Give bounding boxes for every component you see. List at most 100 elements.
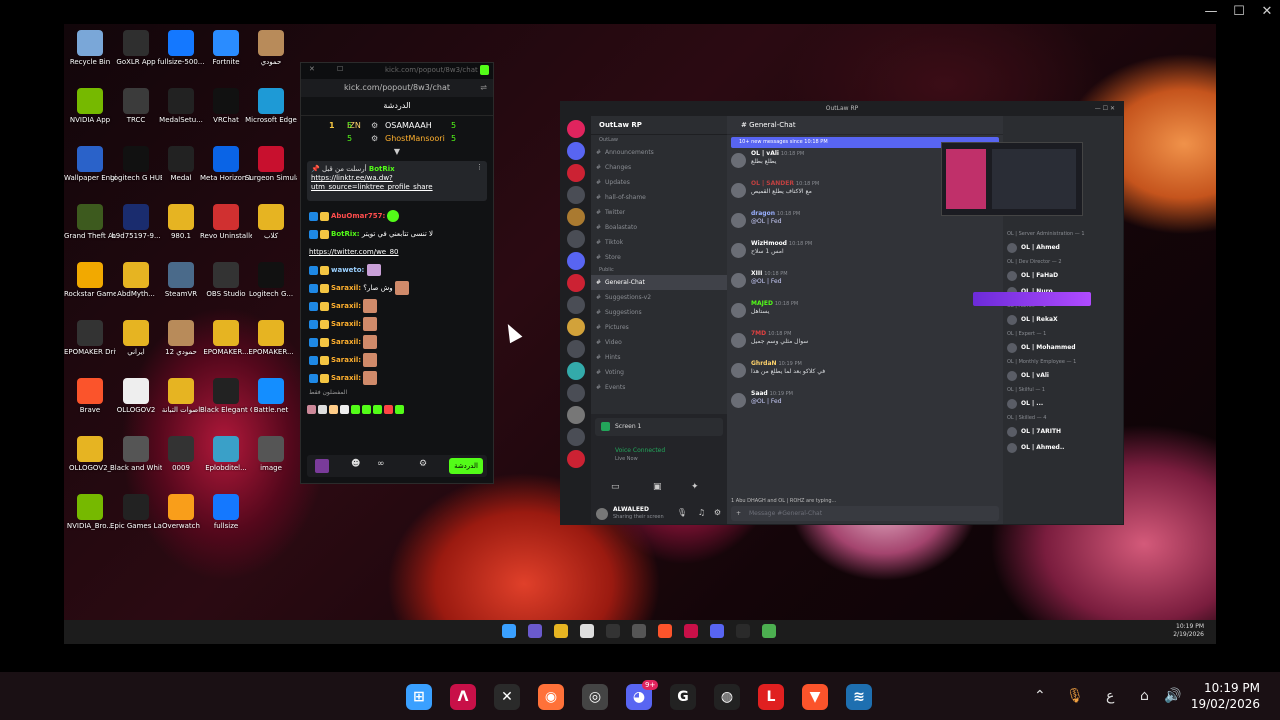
screen-share-icon[interactable]: ▣ bbox=[653, 482, 662, 492]
server-icon[interactable] bbox=[567, 428, 585, 446]
chat-username[interactable]: AbuOmar757: bbox=[331, 212, 385, 220]
desktop-icon[interactable]: fullsize bbox=[200, 494, 252, 531]
language-indicator[interactable]: ع bbox=[1106, 686, 1114, 706]
add-attachment-icon[interactable]: + bbox=[736, 506, 741, 521]
channel-item[interactable]: # Voting bbox=[591, 365, 727, 380]
system-clock[interactable]: 10:19 PM 19/02/2026 bbox=[1191, 680, 1260, 712]
emoji-icon[interactable]: ☻ bbox=[351, 459, 360, 469]
message-author[interactable]: OL | vAli bbox=[751, 150, 779, 157]
app-red-icon[interactable]: L bbox=[758, 684, 784, 710]
chat-username[interactable]: Saraxil: bbox=[331, 320, 361, 328]
avatar[interactable] bbox=[731, 183, 746, 198]
channel-item[interactable]: # Suggestions bbox=[591, 305, 727, 320]
app-icon[interactable] bbox=[632, 624, 646, 638]
channel-item[interactable]: # Boalastato bbox=[591, 220, 727, 235]
chat-message[interactable]: MAJED 10:18 PM يستاهل bbox=[727, 300, 1003, 330]
app-icon[interactable] bbox=[606, 624, 620, 638]
app-icon[interactable] bbox=[580, 624, 594, 638]
desktop-icon[interactable]: NVIDIA_Bro... bbox=[64, 494, 116, 531]
chat-message[interactable]: Saraxil: bbox=[301, 333, 493, 351]
gear-icon[interactable]: ⚙ bbox=[714, 508, 721, 517]
brave-icon[interactable] bbox=[658, 624, 672, 638]
chat-username[interactable]: Saraxil: bbox=[331, 284, 361, 292]
server-icon[interactable] bbox=[567, 208, 585, 226]
desktop-icon[interactable]: Microsoft Edge bbox=[245, 88, 297, 125]
close-button[interactable]: ✕ bbox=[1252, 2, 1280, 22]
server-icon[interactable] bbox=[567, 406, 585, 424]
server-icon[interactable] bbox=[567, 252, 585, 270]
chat-username[interactable]: Saraxil: bbox=[331, 302, 361, 310]
channel-item[interactable]: # Updates bbox=[591, 175, 727, 190]
app-icon[interactable] bbox=[684, 624, 698, 638]
desktop-icon[interactable]: Brave bbox=[64, 378, 116, 415]
network-icon[interactable]: ⌂ bbox=[1140, 686, 1149, 706]
windows-start-icon[interactable]: ⊞ bbox=[406, 684, 432, 710]
chat-message[interactable]: 7MD 10:18 PM سوال مثلي وسم جميل bbox=[727, 330, 1003, 360]
chrome-icon[interactable] bbox=[762, 624, 776, 638]
channel-item[interactable]: # Changes bbox=[591, 160, 727, 175]
desktop-icon[interactable]: EPOMAKER... bbox=[245, 320, 297, 357]
desktop-icon[interactable]: Grand Theft Auto V bbox=[64, 204, 116, 241]
message-author[interactable]: 7MD bbox=[751, 330, 766, 337]
channel-item[interactable]: # Store bbox=[591, 250, 727, 265]
activity-icon[interactable]: ✦ bbox=[691, 482, 699, 492]
xbox-icon[interactable] bbox=[736, 624, 750, 638]
member-item[interactable]: OL | 7ARITH bbox=[1003, 424, 1123, 440]
stream-preview-thumbnail[interactable] bbox=[941, 142, 1083, 216]
server-icon[interactable] bbox=[567, 450, 585, 468]
message-author[interactable]: MAJED bbox=[751, 300, 773, 307]
app-icon[interactable] bbox=[528, 624, 542, 638]
server-icon[interactable] bbox=[567, 164, 585, 182]
member-item[interactable]: OL | RekaX bbox=[1003, 312, 1123, 328]
avatar[interactable] bbox=[731, 273, 746, 288]
screen-share-preview[interactable]: Screen 1 bbox=[595, 418, 723, 436]
emote-strip[interactable] bbox=[301, 399, 493, 414]
channel-item[interactable]: # Suggestions-v2 bbox=[591, 290, 727, 305]
mic-icon[interactable]: 🎙 bbox=[1066, 686, 1084, 706]
server-icon[interactable] bbox=[567, 142, 585, 160]
desktop-icon[interactable]: Wallpaper Engine bbox=[64, 146, 116, 183]
member-item[interactable]: OL | Ahmed bbox=[1003, 240, 1123, 256]
app-a-icon[interactable]: Λ bbox=[450, 684, 476, 710]
window-controls[interactable]: — ☐ ✕ bbox=[1095, 102, 1115, 116]
logitech-icon[interactable]: G bbox=[670, 684, 696, 710]
avatar[interactable] bbox=[731, 333, 746, 348]
server-icon[interactable] bbox=[567, 318, 585, 336]
volume-icon[interactable]: 🔊 bbox=[1164, 686, 1181, 706]
pinned-link-line2[interactable]: utm_source=linktree_profile_share bbox=[311, 183, 483, 192]
chat-message[interactable]: Saraxil: bbox=[301, 369, 493, 387]
member-item[interactable]: OL | ... bbox=[1003, 396, 1123, 412]
chat-message[interactable]: BotRix: لا تنسى تتابعني في تويتر bbox=[301, 225, 493, 243]
server-icon[interactable] bbox=[567, 186, 585, 204]
category-top[interactable]: OutLaw bbox=[591, 135, 727, 145]
category-public[interactable]: Public bbox=[591, 265, 727, 275]
chat-username[interactable]: Saraxil: bbox=[331, 356, 361, 364]
chat-username[interactable]: Saraxil: bbox=[331, 338, 361, 346]
desktop-icon[interactable]: Logitech G... bbox=[245, 262, 297, 299]
server-icon[interactable] bbox=[567, 296, 585, 314]
steam-like-icon[interactable]: ◎ bbox=[582, 684, 608, 710]
avatar[interactable] bbox=[731, 363, 746, 378]
avatar[interactable] bbox=[731, 213, 746, 228]
chat-username[interactable]: BotRix: bbox=[331, 230, 360, 238]
xbox-icon[interactable]: ✕ bbox=[494, 684, 520, 710]
chat-message[interactable]: WizHmood 10:18 PM امس 1 سلاح bbox=[727, 240, 1003, 270]
chat-message[interactable]: XIII 10:18 PM @OL | Fed bbox=[727, 270, 1003, 300]
kick-chat-input[interactable]: ☻ ∞ ⚙ الدردشة bbox=[307, 455, 487, 477]
kick-url-bar[interactable]: kick.com/popout/8w3/chat ⇌ bbox=[301, 79, 493, 97]
app-wing-icon[interactable]: ≋ bbox=[846, 684, 872, 710]
channel-item[interactable]: # Hints bbox=[591, 350, 727, 365]
chevron-down-icon[interactable]: ▼ bbox=[301, 147, 493, 157]
headphones-icon[interactable]: ♫ bbox=[698, 508, 705, 517]
channel-item[interactable]: # Twitter bbox=[591, 205, 727, 220]
server-icon[interactable] bbox=[567, 362, 585, 380]
desktop-icon[interactable]: حمودي bbox=[245, 30, 297, 67]
avatar[interactable] bbox=[731, 243, 746, 258]
avatar[interactable] bbox=[731, 153, 746, 168]
more-icon[interactable]: ⋮ bbox=[476, 163, 483, 171]
obs-icon[interactable]: ◍ bbox=[714, 684, 740, 710]
avatar[interactable] bbox=[596, 508, 608, 520]
channel-item[interactable]: # Events bbox=[591, 380, 727, 395]
menu-icon[interactable]: ⇌ bbox=[480, 79, 487, 97]
chat-message[interactable]: Saraxil: وش صار؟ bbox=[301, 279, 493, 297]
